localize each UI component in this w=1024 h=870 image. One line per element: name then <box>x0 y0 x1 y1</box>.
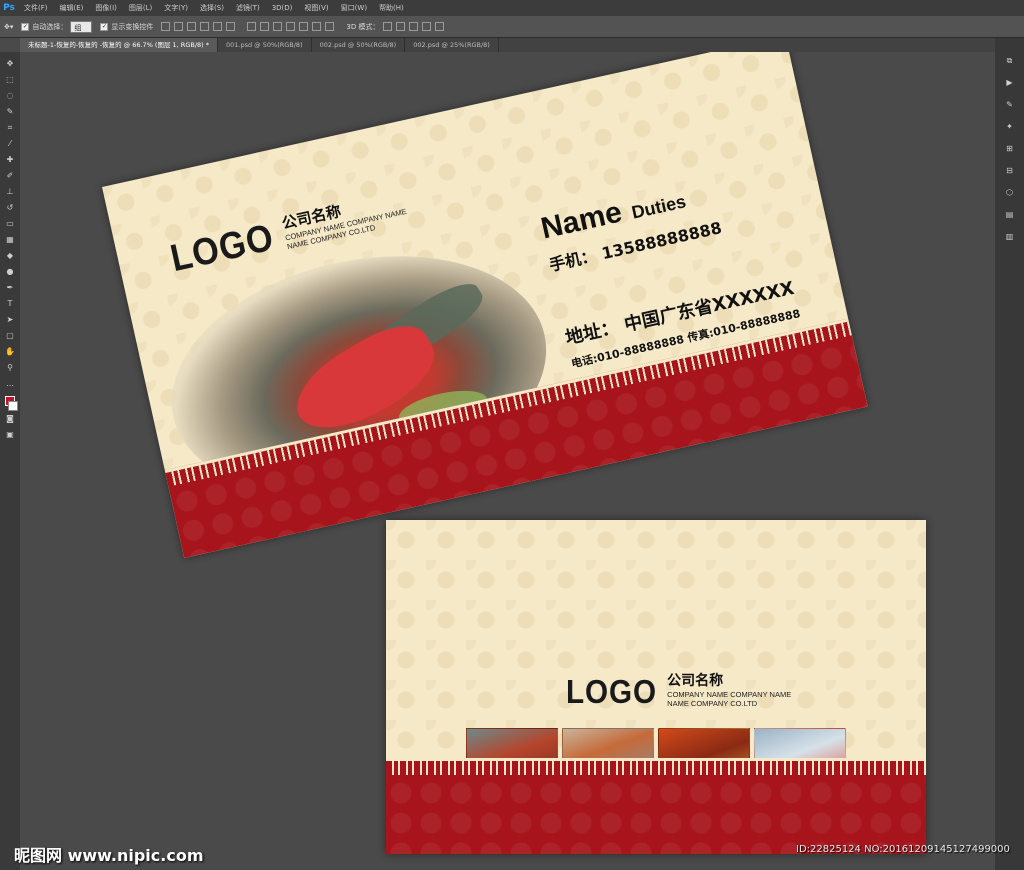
align-top-icon[interactable] <box>161 22 171 31</box>
brush-tool-icon[interactable]: ✐ <box>4 170 16 182</box>
align-vcenter-icon[interactable] <box>174 22 184 31</box>
align-hcenter-icon[interactable] <box>213 22 223 31</box>
more-tools-icon[interactable]: … <box>4 378 16 390</box>
quick-mask-icon[interactable]: ◙ <box>4 413 16 425</box>
auto-select-checkbox[interactable]: ✓ <box>21 22 30 31</box>
tab-document-3[interactable]: 002.psd @ 50%(RGB/8) <box>312 38 406 52</box>
tab-document-4[interactable]: 002.psd @ 25%(RGB/8) <box>405 38 499 52</box>
menu-window[interactable]: 窗口(W) <box>335 3 373 13</box>
company-name-block: 公司名称 COMPANY NAME COMPANY NAME NAME COMP… <box>667 670 791 708</box>
healing-tool-icon[interactable]: ✚ <box>4 154 16 166</box>
hand-tool-icon[interactable]: ✋ <box>4 346 16 358</box>
background-color-swatch[interactable] <box>8 401 18 411</box>
align-buttons <box>161 22 239 31</box>
brush-panel-icon[interactable]: ✎ <box>1004 99 1016 111</box>
tab-document-1[interactable]: 未标题-1-恢复的-恢复的 -恢复的 @ 66.7% (图层 1, RGB/8)… <box>20 38 218 52</box>
path-select-tool-icon[interactable]: ➤ <box>4 314 16 326</box>
stamp-tool-icon[interactable]: ⊥ <box>4 186 16 198</box>
lasso-tool-icon[interactable]: ◌ <box>4 90 16 102</box>
photoshop-window: Ps 文件(F) 编辑(E) 图像(I) 图层(L) 文字(Y) 选择(S) 滤… <box>0 0 1024 870</box>
adjustments-panel-icon[interactable]: ⊟ <box>1004 165 1016 177</box>
type-tool-icon[interactable]: T <box>4 298 16 310</box>
menu-3d[interactable]: 3D(D) <box>266 4 299 12</box>
distribute-vcenter-icon[interactable] <box>260 22 270 31</box>
distribute-left-icon[interactable] <box>286 22 296 31</box>
move-tool-icon[interactable]: ✥ <box>4 58 16 70</box>
show-transform-label: 显示变换控件 <box>111 22 154 31</box>
crop-tool-icon[interactable]: ⌗ <box>4 122 16 134</box>
menu-help[interactable]: 帮助(H) <box>373 3 410 13</box>
clone-source-panel-icon[interactable]: ✦ <box>1004 121 1016 133</box>
distribute-bottom-icon[interactable] <box>273 22 283 31</box>
show-transform-checkbox[interactable]: ✓ <box>100 22 109 31</box>
menu-image[interactable]: 图像(I) <box>89 3 123 13</box>
blur-tool-icon[interactable]: ◆ <box>4 250 16 262</box>
3d-mode-label: 3D 模式： <box>346 22 380 31</box>
red-pattern-band <box>386 758 926 854</box>
company-name-en-1: COMPANY NAME COMPANY NAME <box>667 690 792 699</box>
eraser-tool-icon[interactable]: ▭ <box>4 218 16 230</box>
properties-panel-icon[interactable]: ⊞ <box>1004 143 1016 155</box>
menu-select[interactable]: 选择(S) <box>194 3 230 13</box>
person-duties: Duties <box>629 191 688 223</box>
auto-align-icon[interactable] <box>325 22 335 31</box>
history-panel-icon[interactable]: ⧉ <box>1004 55 1016 67</box>
menu-file[interactable]: 文件(F) <box>18 3 54 13</box>
document-tab-bar: 未标题-1-恢复的-恢复的 -恢复的 @ 66.7% (图层 1, RGB/8)… <box>20 38 995 52</box>
back-logo-block: LOGO 公司名称 COMPANY NAME COMPANY NAME NAME… <box>566 670 791 711</box>
options-bar: ✥▾ ✓ 自动选择： 组 ✓ 显示变换控件 3D 模式： <box>0 16 1024 38</box>
auto-select-dropdown[interactable]: 组 <box>70 20 93 33</box>
tab-document-2[interactable]: 001.psd @ 50%(RGB/8) <box>218 38 312 52</box>
document-canvas[interactable]: LOGO 公司名称 COMPANY NAME COMPANY NAME NAME… <box>20 52 995 870</box>
3d-slide-icon[interactable] <box>422 22 432 31</box>
quick-select-tool-icon[interactable]: ✎ <box>4 106 16 118</box>
distribute-right-icon[interactable] <box>312 22 322 31</box>
show-transform-option[interactable]: ✓ 显示变换控件 <box>100 22 153 32</box>
layer-comps-panel-icon[interactable]: ▤ <box>1004 209 1016 221</box>
menu-bar: Ps 文件(F) 编辑(E) 图像(I) 图层(L) 文字(Y) 选择(S) 滤… <box>0 0 1024 16</box>
distribute-buttons <box>247 22 338 31</box>
distribute-top-icon[interactable] <box>247 22 257 31</box>
eyedropper-tool-icon[interactable]: ⁄ <box>4 138 16 150</box>
gradient-tool-icon[interactable]: ▦ <box>4 234 16 246</box>
align-left-icon[interactable] <box>200 22 210 31</box>
business-card-front: LOGO 公司名称 COMPANY NAME COMPANY NAME NAME… <box>102 52 868 558</box>
company-name-cn: 公司名称 <box>667 673 724 689</box>
screen-mode-icon[interactable]: ▣ <box>4 429 16 441</box>
3d-pan-icon[interactable] <box>409 22 419 31</box>
3d-roll-icon[interactable] <box>396 22 406 31</box>
3d-scale-icon[interactable] <box>435 22 445 31</box>
pen-tool-icon[interactable]: ✒ <box>4 282 16 294</box>
history-brush-tool-icon[interactable]: ↺ <box>4 202 16 214</box>
nipic-watermark: 昵图网 www.nipic.com <box>14 846 204 865</box>
align-right-icon[interactable] <box>226 22 236 31</box>
dodge-tool-icon[interactable]: ● <box>4 266 16 278</box>
distribute-hcenter-icon[interactable] <box>299 22 309 31</box>
auto-select-label: 自动选择： <box>32 22 68 31</box>
marquee-tool-icon[interactable]: ⬚ <box>4 74 16 86</box>
actions-panel-icon[interactable]: ▶ <box>1004 77 1016 89</box>
align-bottom-icon[interactable] <box>187 22 197 31</box>
panel-dock: ⧉ ▶ ✎ ✦ ⊞ ⊟ ⬡ ▤ ▥ <box>995 38 1024 870</box>
3d-rotate-icon[interactable] <box>383 22 393 31</box>
3d-mode-option: 3D 模式： <box>346 22 448 32</box>
swatches-panel-icon[interactable]: ▥ <box>1004 231 1016 243</box>
business-card-back: LOGO 公司名称 COMPANY NAME COMPANY NAME NAME… <box>386 520 926 854</box>
move-tool-preset[interactable]: ✥▾ <box>4 23 13 31</box>
shape-tool-icon[interactable]: ▢ <box>4 330 16 342</box>
auto-select-option[interactable]: ✓ 自动选择： 组 <box>21 20 93 33</box>
menu-layer[interactable]: 图层(L) <box>123 3 158 13</box>
logo-text: LOGO <box>566 673 658 710</box>
menu-edit[interactable]: 编辑(E) <box>54 3 90 13</box>
menu-filter[interactable]: 滤镜(T) <box>230 3 266 13</box>
image-id-watermark: ID:22825124 NO:20161209145127499000 <box>796 844 1010 855</box>
menu-type[interactable]: 文字(Y) <box>158 3 194 13</box>
tools-panel: ✥ ⬚ ◌ ✎ ⌗ ⁄ ✚ ✐ ⊥ ↺ ▭ ▦ ◆ ● ✒ T ➤ ▢ ✋ ⚲ … <box>0 52 20 870</box>
photoshop-logo-icon: Ps <box>3 3 15 13</box>
move-icon: ✥▾ <box>4 22 14 31</box>
menu-view[interactable]: 视图(V) <box>298 3 334 13</box>
3d-panel-icon[interactable]: ⬡ <box>1004 187 1016 199</box>
zoom-tool-icon[interactable]: ⚲ <box>4 362 16 374</box>
company-name-en-2: NAME COMPANY CO.LTD <box>667 699 758 708</box>
